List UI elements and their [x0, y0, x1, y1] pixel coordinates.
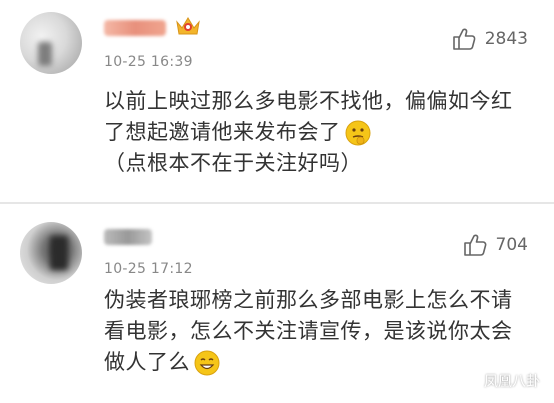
- username-blurred[interactable]: [104, 229, 152, 245]
- member-crown-icon: [176, 17, 200, 35]
- comment-timestamp: 10-25 17:12: [104, 261, 193, 277]
- like-count: 2843: [484, 29, 528, 49]
- comment-text: 以前上映过那么多电影不找他，偏偏如今红了想起邀请他来发布会了 （点根本不在于关注…: [104, 86, 524, 179]
- grinning-face-icon: [194, 350, 220, 376]
- avatar[interactable]: [20, 12, 82, 74]
- avatar[interactable]: [20, 222, 82, 284]
- comment-aside: （点根本不在于关注好吗）: [104, 151, 362, 175]
- like-button[interactable]: 704: [462, 232, 528, 258]
- thinking-face-icon: [345, 120, 370, 146]
- comment-body: 伪装者琅琊榜之前那么多部电影上怎么不请看电影，怎么不关注请宣传，是该说你太会做人…: [104, 288, 513, 374]
- comment-body: 以前上映过那么多电影不找他，偏偏如今红了想起邀请他来发布会了: [104, 89, 513, 144]
- thumbs-up-icon: [463, 234, 486, 256]
- wechat-icon: [456, 372, 478, 390]
- thumbs-up-icon: [452, 28, 476, 50]
- comment-divider: [0, 202, 554, 204]
- like-button[interactable]: 2843: [451, 26, 528, 52]
- comment-text: 伪装者琅琊榜之前那么多部电影上怎么不请看电影，怎么不关注请宣传，是该说你太会做人…: [104, 285, 524, 378]
- watermark: 凤凰八卦: [456, 371, 540, 391]
- watermark-text: 凤凰八卦: [484, 374, 540, 390]
- comment-timestamp: 10-25 16:39: [104, 54, 193, 70]
- comment-item: 10-25 16:39 2843 以前上映过那么多电影不找他，偏偏如今红了想起邀…: [0, 0, 554, 203]
- username-blurred[interactable]: [104, 20, 166, 36]
- like-count: 704: [495, 235, 528, 255]
